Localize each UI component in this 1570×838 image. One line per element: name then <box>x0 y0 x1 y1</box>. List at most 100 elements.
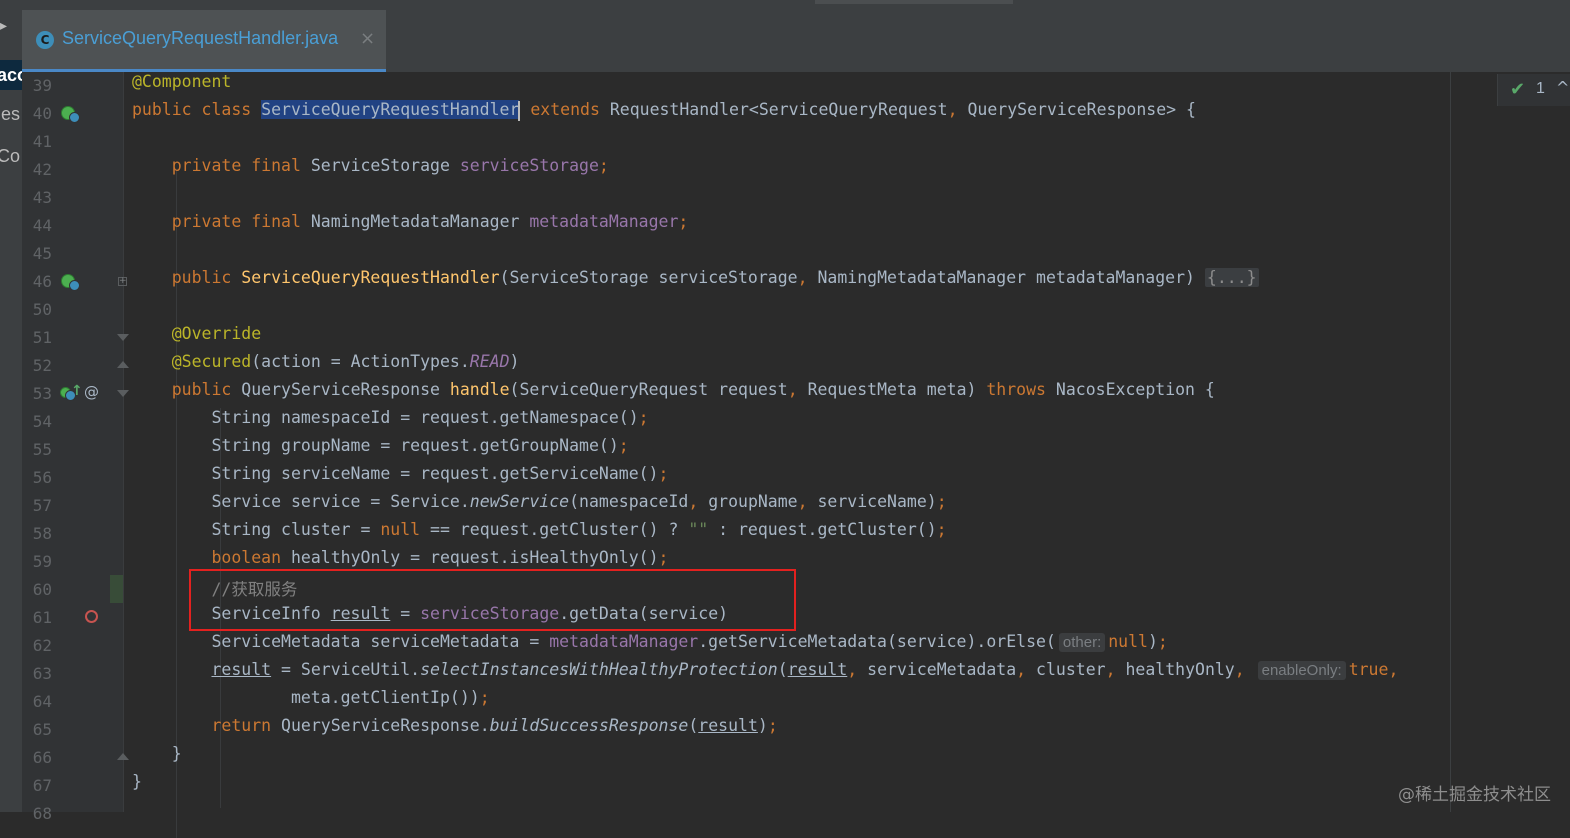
code-line[interactable]: ServiceMetadata serviceMetadata = metada… <box>132 632 1168 660</box>
java-class-icon: C <box>36 31 54 49</box>
code-token: RequestMeta meta) <box>807 380 987 399</box>
code-token: ; <box>618 436 629 455</box>
line-number[interactable]: 50 <box>22 296 52 324</box>
line-number[interactable]: 61 <box>22 604 52 632</box>
code-token: healthyOnly <box>1125 660 1235 679</box>
code-token: , <box>1234 660 1255 679</box>
line-number[interactable]: 51 <box>22 324 52 352</box>
code-line[interactable]: public ServiceQueryRequestHandler(Servic… <box>132 268 1259 296</box>
right-margin-guide <box>1450 72 1451 812</box>
line-number[interactable]: 56 <box>22 464 52 492</box>
code-line[interactable]: result = ServiceUtil.selectInstancesWith… <box>132 660 1398 688</box>
code-line[interactable]: @Secured(action = ActionTypes.READ) <box>132 352 520 380</box>
close-icon[interactable]: × <box>360 28 375 49</box>
line-number[interactable]: 52 <box>22 352 52 380</box>
code-token: @Component <box>132 72 232 91</box>
expand-arrow-icon[interactable]: ▸ <box>0 18 7 34</box>
code-token: buildSuccessResponse <box>489 716 689 735</box>
code-token: READ <box>469 352 510 371</box>
code-line[interactable]: Service service = Service.newService(nam… <box>132 492 947 520</box>
code-line[interactable]: @Override <box>132 324 261 352</box>
line-number[interactable]: 68 <box>22 800 52 828</box>
code-token: private final <box>171 212 311 231</box>
code-line[interactable]: private final NamingMetadataManager meta… <box>132 212 689 240</box>
project-tree-item[interactable]: ies <box>0 104 22 125</box>
code-token: , <box>847 660 868 679</box>
line-number[interactable]: 58 <box>22 520 52 548</box>
editor-tab-service-query-request-handler[interactable]: C ServiceQueryRequestHandler.java × <box>22 10 386 72</box>
code-token: ; <box>767 716 778 735</box>
project-tree-item[interactable]: Co <box>0 146 22 167</box>
line-number[interactable]: 66 <box>22 744 52 772</box>
breakpoint-icon[interactable] <box>85 610 98 623</box>
line-number[interactable]: 57 <box>22 492 52 520</box>
code-line[interactable]: String cluster = null == request.getClus… <box>132 520 946 548</box>
line-number[interactable]: 60 <box>22 576 52 604</box>
code-editor[interactable]: @Component public class ServiceQueryReque… <box>124 72 1570 838</box>
line-number[interactable]: 46 <box>22 268 52 296</box>
line-number[interactable]: 64 <box>22 688 52 716</box>
code-token: serviceMetadata <box>867 660 1017 679</box>
code-token: ( <box>777 660 788 679</box>
code-line[interactable]: public QueryServiceResponse handle(Servi… <box>132 380 1215 408</box>
line-number[interactable]: 59 <box>22 548 52 576</box>
code-token: : request.getCluster() <box>708 520 937 539</box>
code-token: ServiceMetadata serviceMetadata = <box>132 632 550 651</box>
code-token: } <box>132 772 142 791</box>
annotation-at-icon[interactable]: @ <box>84 383 99 401</box>
code-token: boolean <box>211 548 291 567</box>
code-token: ; <box>658 464 669 483</box>
code-line[interactable]: private final ServiceStorage serviceStor… <box>132 156 609 184</box>
code-token: ; <box>678 212 689 231</box>
code-token: true <box>1348 660 1389 679</box>
line-number[interactable]: 63 <box>22 660 52 688</box>
code-line[interactable]: } <box>132 744 182 772</box>
line-number[interactable]: 54 <box>22 408 52 436</box>
code-token: ; <box>658 548 669 567</box>
override-marker-icon[interactable] <box>60 387 76 401</box>
code-token: ; <box>638 408 649 427</box>
code-token: String serviceName = request.getServiceN… <box>132 464 659 483</box>
code-line[interactable]: } <box>132 772 142 800</box>
chevron-up-icon[interactable]: ^ <box>1556 78 1569 97</box>
line-number[interactable]: 45 <box>22 240 52 268</box>
code-line[interactable]: String serviceName = request.getServiceN… <box>132 464 668 492</box>
line-number[interactable]: 40 <box>22 100 52 128</box>
code-line[interactable]: public class ServiceQueryRequestHandler … <box>132 100 1196 128</box>
code-token: null <box>380 520 431 539</box>
code-line[interactable]: @Component <box>132 72 231 100</box>
project-tree-item[interactable]: acos <box>0 60 22 90</box>
overrides-up-arrow-icon[interactable]: ↑ <box>71 383 83 399</box>
code-token: , <box>1388 660 1399 679</box>
vcs-change-marker[interactable] <box>110 575 124 603</box>
code-token: } <box>132 744 182 763</box>
code-token: QueryServiceResponse. <box>281 716 490 735</box>
line-number[interactable]: 62 <box>22 632 52 660</box>
line-number[interactable]: 67 <box>22 772 52 800</box>
code-line[interactable]: meta.getClientIp()); <box>132 688 490 716</box>
inspection-widget[interactable]: ✔ 1 ^ <box>1497 74 1570 106</box>
code-line[interactable]: String namespaceId = request.getNamespac… <box>132 408 649 436</box>
code-token: ) <box>757 716 768 735</box>
line-number[interactable]: 55 <box>22 436 52 464</box>
implements-marker-icon[interactable] <box>61 274 80 291</box>
code-line[interactable]: return QueryServiceResponse.buildSuccess… <box>132 716 778 744</box>
code-token: .getServiceMetadata(service).orElse( <box>698 632 1056 651</box>
line-number[interactable]: 44 <box>22 212 52 240</box>
line-number[interactable]: 41 <box>22 128 52 156</box>
implements-marker-icon[interactable] <box>61 106 80 123</box>
line-number[interactable]: 43 <box>22 184 52 212</box>
code-token: ; <box>936 492 947 511</box>
code-token: Service service = Service. <box>132 492 470 511</box>
code-token: selectInstancesWithHealthyProtection <box>420 660 778 679</box>
line-number[interactable]: 65 <box>22 716 52 744</box>
code-token: (ServiceQueryRequest request <box>509 380 788 399</box>
line-number[interactable]: 53 <box>22 380 52 408</box>
code-line[interactable]: String groupName = request.getGroupName(… <box>132 436 629 464</box>
line-number[interactable]: 39 <box>22 72 52 100</box>
code-token: (action = ActionTypes. <box>251 352 470 371</box>
code-token: ; <box>1157 632 1168 651</box>
line-number[interactable]: 42 <box>22 156 52 184</box>
code-token: result <box>787 660 848 679</box>
